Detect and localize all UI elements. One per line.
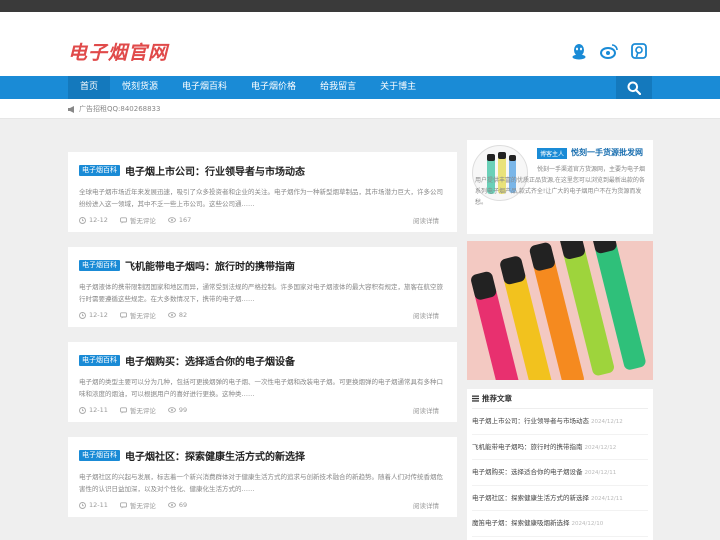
recommended-title[interactable]: 电子烟上市公司：行业领导者与市场动态: [472, 417, 589, 425]
search-button[interactable]: [616, 76, 652, 99]
post-title[interactable]: 电子烟上市公司：行业领导者与市场动态: [125, 163, 305, 178]
read-more-link[interactable]: 阅读详情: [413, 215, 439, 225]
list-icon: [472, 395, 479, 402]
clock-icon: [79, 501, 86, 509]
recommended-date: 2024/12/11: [584, 470, 617, 476]
site-header: 电子烟官网: [0, 12, 720, 76]
post-comments[interactable]: 暂无评论: [130, 500, 156, 510]
comment-icon: [119, 216, 127, 224]
recommended-item[interactable]: 魔笛电子烟：探索健康吸烟新选择 2024/12/10: [472, 511, 648, 537]
read-more-link[interactable]: 阅读详情: [413, 310, 439, 320]
qq-icon[interactable]: [570, 42, 588, 60]
post-title[interactable]: 飞机能带电子烟吗：旅行时的携带指南: [125, 258, 295, 273]
recommended-item[interactable]: 飞机能带电子烟吗：旅行时的携带指南 2024/12/12: [472, 435, 648, 460]
clock-icon: [79, 311, 86, 319]
recommended-date: 2024/12/12: [591, 419, 623, 425]
recommended-title[interactable]: 飞机能带电子烟吗：旅行时的携带指南: [472, 443, 583, 451]
post-comments[interactable]: 暂无评论: [130, 405, 156, 415]
clock-icon: [79, 216, 86, 224]
comment-icon: [119, 311, 127, 319]
nav-item-about[interactable]: 关于博主: [368, 76, 428, 99]
post-category-tag[interactable]: 电子烟百科: [79, 355, 120, 366]
post-date: 12-11: [89, 501, 108, 509]
site-logo[interactable]: 电子烟官网: [68, 38, 168, 65]
author-description: 悦刻一手渠道官方货源网，主要为电子烟用户提供丰富的优质正品货源,在这里您可以浏览…: [475, 166, 646, 206]
author-name[interactable]: 悦刻一手货源批发网: [571, 147, 643, 158]
post-views: 82: [178, 311, 188, 319]
pinterest-icon[interactable]: [630, 42, 648, 60]
recommended-date: 2024/12/12: [584, 444, 617, 451]
post-card: 电子烟百科 电子烟购买：选择适合你的电子烟设备 电子烟的类型主要可以分为几种，包…: [68, 342, 457, 422]
nav-item-message[interactable]: 给我留言: [308, 76, 368, 99]
eye-icon: [167, 502, 176, 508]
post-comments[interactable]: 暂无评论: [130, 215, 156, 225]
post-excerpt: 电子烟的类型主要可以分为几种，包括可更换烟弹的电子烟、一次性电子烟和改装电子烟。…: [79, 378, 443, 398]
post-comments[interactable]: 暂无评论: [130, 310, 156, 320]
weibo-icon[interactable]: [600, 42, 618, 60]
eye-icon: [167, 312, 176, 318]
recommended-title[interactable]: 魔笛电子烟：探索健康吸烟新选择: [472, 519, 570, 527]
post-list: 电子烟百科 电子烟上市公司：行业领导者与市场动态 全球电子烟市场近年来发展迅速，…: [68, 152, 457, 532]
ad-text: 广告招租QQ:840268833: [79, 105, 161, 113]
recommended-title[interactable]: 电子烟社区：探索健康生活方式的新选择: [472, 494, 589, 502]
author-role-badge: 博客主人: [537, 148, 568, 159]
post-card: 电子烟百科 电子烟社区：探索健康生活方式的新选择 电子烟社区的兴起与发展，标志着…: [68, 437, 457, 517]
read-more-link[interactable]: 阅读详情: [413, 405, 439, 415]
author-card: 博客主人 悦刻一手货源批发网 悦刻一手渠道官方货源网，主要为电子烟用户提供丰富的…: [467, 140, 653, 234]
post-title[interactable]: 电子烟购买：选择适合你的电子烟设备: [125, 353, 295, 368]
post-category-tag[interactable]: 电子烟百科: [79, 450, 120, 461]
nav-item-encyclopedia[interactable]: 电子烟百科: [170, 76, 239, 99]
nav-item-yueke-source[interactable]: 悦刻货源: [110, 76, 170, 99]
post-date: 12-11: [89, 406, 108, 414]
search-icon: [627, 81, 641, 95]
post-excerpt: 全球电子烟市场近年来发展迅速，吸引了众多投资者和企业的关注。电子烟作为一种新型烟…: [79, 188, 443, 208]
clock-icon: [79, 406, 86, 414]
post-card: 电子烟百科 飞机能带电子烟吗：旅行时的携带指南 电子烟液体的携带限制因国家和地区…: [68, 247, 457, 327]
post-date: 12-12: [89, 311, 108, 319]
post-title[interactable]: 电子烟社区：探索健康生活方式的新选择: [125, 448, 305, 463]
recommended-heading: 推荐文章: [482, 393, 512, 403]
ad-bar: 广告招租QQ:840268833: [0, 99, 720, 119]
sidebar: 博客主人 悦刻一手货源批发网 悦刻一手渠道官方货源网，主要为电子烟用户提供丰富的…: [467, 140, 653, 540]
recommended-date: 2024/12/11: [591, 495, 623, 502]
recommended-item[interactable]: 电子烟社区：探索健康生活方式的新选择 2024/12/11: [472, 486, 648, 511]
recommended-date: 2024/12/10: [571, 521, 604, 527]
nav-item-home[interactable]: 首页: [68, 76, 111, 99]
post-excerpt: 电子烟社区的兴起与发展，标志着一个新兴消费群体对于健康生活方式的追求与创新技术融…: [79, 473, 443, 493]
post-date: 12-12: [89, 216, 108, 224]
post-excerpt: 电子烟液体的携带限制因国家和地区而异，通常受到法规的严格控制。许多国家对电子烟液…: [79, 283, 443, 303]
comment-icon: [119, 501, 127, 509]
eye-icon: [167, 217, 176, 223]
product-banner[interactable]: [467, 241, 653, 380]
social-links: [570, 42, 648, 60]
main-nav: 首页 悦刻货源 电子烟百科 电子烟价格 给我留言 关于博主: [0, 76, 720, 99]
comment-icon: [119, 406, 127, 414]
recommended-title[interactable]: 电子烟购买：选择适合你的电子烟设备: [472, 468, 583, 476]
post-views: 69: [178, 501, 188, 509]
recommended-item[interactable]: 电子烟上市公司：行业领导者与市场动态 2024/12/12: [472, 409, 648, 435]
post-card: 电子烟百科 电子烟上市公司：行业领导者与市场动态 全球电子烟市场近年来发展迅速，…: [68, 152, 457, 232]
post-views: 167: [178, 216, 192, 224]
post-views: 99: [178, 406, 188, 414]
recommended-item[interactable]: 电子烟购买：选择适合你的电子烟设备 2024/12/11: [472, 460, 648, 486]
post-category-tag[interactable]: 电子烟百科: [79, 165, 120, 176]
top-bar: [0, 0, 720, 12]
post-category-tag[interactable]: 电子烟百科: [79, 260, 120, 271]
nav-item-price[interactable]: 电子烟价格: [239, 76, 308, 99]
megaphone-icon: [68, 105, 74, 113]
read-more-link[interactable]: 阅读详情: [413, 500, 439, 510]
eye-icon: [167, 407, 176, 413]
recommended-articles: 推荐文章 电子烟上市公司：行业领导者与市场动态 2024/12/12 飞机能带电子…: [467, 389, 653, 540]
